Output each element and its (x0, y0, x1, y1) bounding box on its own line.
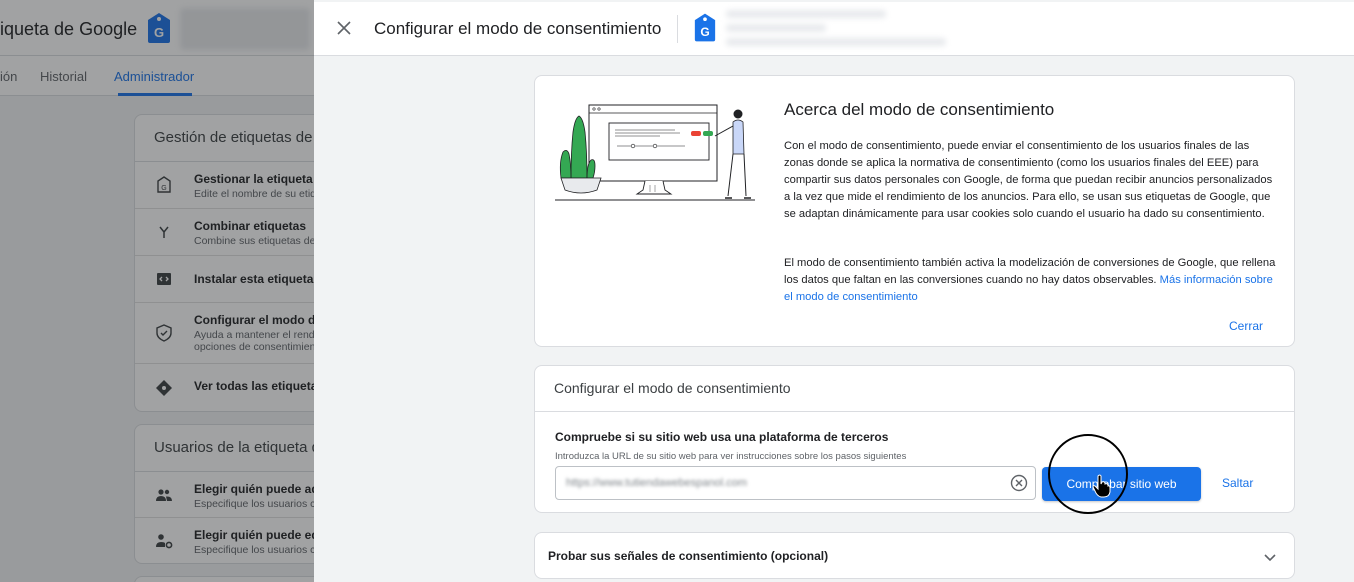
drawer-header: Configurar el modo de consentimiento G (314, 2, 1354, 56)
chevron-down-icon[interactable] (1262, 549, 1278, 565)
consent-mode-drawer: Configurar el modo de consentimiento G A… (314, 0, 1354, 582)
third-party-check-label: Compruebe si su sitio web usa una plataf… (555, 430, 889, 444)
test-consent-card[interactable]: Probar sus señales de consentimiento (op… (534, 532, 1295, 579)
about-paragraph-1: Con el modo de consentimiento, puede env… (784, 140, 1273, 220)
svg-text:G: G (700, 25, 709, 39)
close-about-button[interactable]: Cerrar (1229, 319, 1263, 333)
about-paragraph-2: El modo de consentimiento también activa… (784, 255, 1276, 306)
clear-input-icon[interactable] (1010, 474, 1028, 492)
skip-button[interactable]: Saltar (1222, 476, 1253, 490)
close-icon (337, 21, 351, 35)
check-website-button[interactable]: Comprobar sitio web (1042, 467, 1201, 501)
about-title: Acerca del modo de consentimiento (784, 100, 1055, 119)
configure-consent-card: Configurar el modo de consentimiento Com… (534, 365, 1295, 514)
close-button[interactable] (332, 16, 356, 40)
consent-illustration (555, 104, 755, 201)
configure-title: Configurar el modo de consentimiento (554, 380, 791, 396)
website-url-input[interactable]: https://www.tutiendawebespanol.com (555, 466, 1036, 500)
header-divider (677, 15, 678, 43)
google-tag-icon: G (694, 13, 716, 42)
tag-id-blur (726, 10, 952, 50)
configure-divider (535, 411, 1294, 412)
drawer-title: Configurar el modo de consentimiento (374, 19, 662, 38)
test-consent-title: Probar sus señales de consentimiento (op… (548, 549, 829, 563)
url-helper-text: Introduzca la URL de su sitio web para v… (555, 451, 907, 462)
website-url-value: https://www.tutiendawebespanol.com (566, 477, 747, 489)
about-consent-card: Acerca del modo de consentimiento Con el… (534, 75, 1295, 347)
